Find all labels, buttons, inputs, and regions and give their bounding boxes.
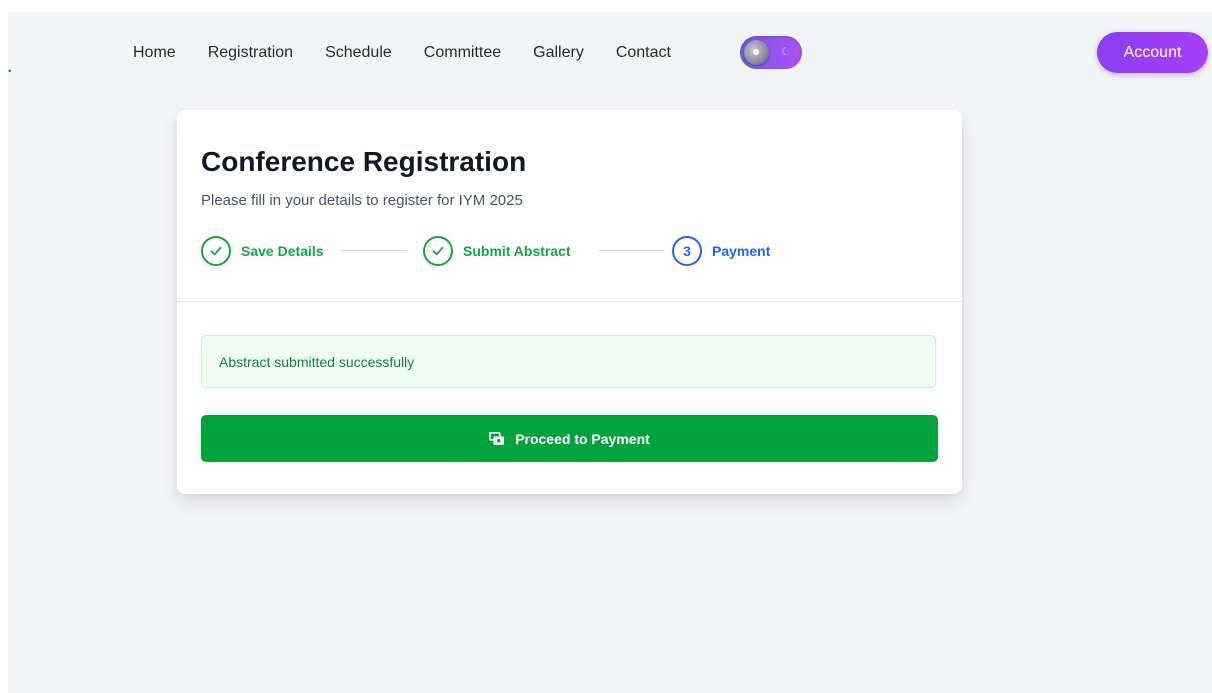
nav-link-committee[interactable]: Committee (424, 43, 501, 63)
toggle-knob (744, 40, 769, 65)
step-number: 3 (683, 243, 691, 259)
step-connector (341, 250, 406, 251)
alert-text: Abstract submitted successfully (219, 354, 415, 370)
top-nav: Home Registration Schedule Committee Gal… (8, 12, 1212, 92)
check-icon (423, 236, 453, 266)
nav-link-schedule[interactable]: Schedule (325, 43, 392, 63)
step-submit-abstract[interactable]: Submit Abstract (423, 234, 571, 268)
account-button[interactable]: Account (1097, 32, 1208, 73)
check-icon (201, 236, 231, 266)
registration-stepper: Save Details Submit Abstract 3 Payment (201, 234, 941, 268)
step-label: Save Details (241, 243, 324, 259)
nav-link-gallery[interactable]: Gallery (533, 43, 584, 63)
success-alert: Abstract submitted successfully (201, 335, 936, 388)
step-number-badge: 3 (672, 236, 702, 266)
page: • Home Registration Schedule Committee G… (8, 12, 1212, 693)
card-header: Conference Registration Please fill in y… (177, 110, 962, 302)
nav-link-registration[interactable]: Registration (208, 43, 293, 63)
nav-links: Home Registration Schedule Committee Gal… (133, 43, 703, 63)
nav-link-contact[interactable]: Contact (616, 43, 671, 63)
registration-card: Conference Registration Please fill in y… (177, 110, 962, 494)
step-save-details[interactable]: Save Details (201, 234, 324, 268)
theme-toggle[interactable]: ☾ (740, 36, 802, 69)
step-label: Submit Abstract (463, 243, 571, 259)
moon-icon: ☾ (781, 46, 791, 58)
page-subtitle: Please fill in your details to register … (201, 192, 523, 209)
step-connector (599, 250, 664, 251)
proceed-to-payment-button[interactable]: Proceed to Payment (201, 415, 938, 462)
step-payment[interactable]: 3 Payment (672, 234, 770, 268)
step-label: Payment (712, 243, 771, 259)
nav-link-home[interactable]: Home (133, 43, 176, 63)
money-icon (489, 431, 505, 446)
proceed-to-payment-label: Proceed to Payment (515, 430, 650, 447)
page-title: Conference Registration (201, 146, 527, 177)
